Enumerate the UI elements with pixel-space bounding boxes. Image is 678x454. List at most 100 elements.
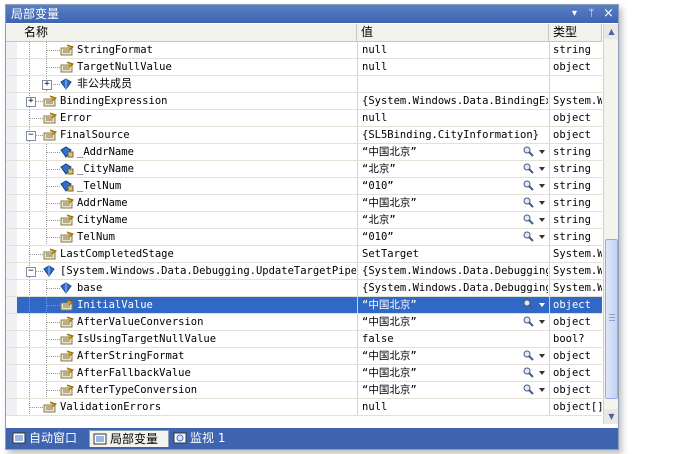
- type-cell: System.W: [549, 246, 602, 262]
- visualizer-dropdown-icon[interactable]: [539, 235, 545, 239]
- magnifier-icon[interactable]: [523, 367, 534, 378]
- table-row[interactable]: _TelNum “010” string: [6, 178, 602, 195]
- tab-autos[interactable]: 自动窗口: [9, 430, 87, 447]
- value-cell[interactable]: {SL5Binding.CityInformation}: [357, 127, 548, 143]
- value-cell[interactable]: “中国北京”: [357, 348, 548, 364]
- variable-name: IsUsingTargetNullValue: [77, 333, 217, 345]
- visualizer-dropdown-icon[interactable]: [539, 218, 545, 222]
- name-cell: AfterTypeConversion: [6, 382, 356, 398]
- magnifier-icon[interactable]: [523, 214, 534, 225]
- vertical-scrollbar[interactable]: ▲ ▼: [603, 24, 618, 424]
- tab-watch[interactable]: 监视 1: [170, 430, 240, 447]
- table-row[interactable]: StringFormat null string: [6, 42, 602, 59]
- table-row[interactable]: Error null object: [6, 110, 602, 127]
- value-cell[interactable]: “010”: [357, 178, 548, 194]
- close-icon[interactable]: ×: [602, 7, 615, 20]
- field-lock-icon: [60, 180, 74, 192]
- magnifier-icon[interactable]: [523, 180, 534, 191]
- variable-name: AfterValueConversion: [77, 316, 204, 328]
- table-row[interactable]: _CityName “北京” string: [6, 161, 602, 178]
- table-row[interactable]: AfterStringFormat “中国北京” object: [6, 348, 602, 365]
- magnifier-icon[interactable]: [523, 163, 534, 174]
- value-cell[interactable]: null: [357, 110, 548, 126]
- window-title: 局部变量: [11, 7, 60, 21]
- table-row[interactable]: AfterValueConversion “中国北京” object: [6, 314, 602, 331]
- column-header-value[interactable]: 值: [357, 24, 549, 41]
- tab-label: 局部变量: [110, 432, 159, 446]
- value-cell[interactable]: null: [357, 59, 548, 75]
- magnifier-icon[interactable]: [523, 384, 534, 395]
- property-icon: [60, 61, 74, 73]
- magnifier-icon[interactable]: [523, 350, 534, 361]
- column-header-type[interactable]: 类型: [549, 24, 602, 41]
- visualizer-dropdown-icon[interactable]: [539, 201, 545, 205]
- table-row[interactable]: TargetNullValue null object: [6, 59, 602, 76]
- value-cell[interactable]: “中国北京”: [357, 365, 548, 381]
- scroll-thumb[interactable]: [605, 239, 618, 399]
- value-cell[interactable]: {System.Windows.Data.BindingExp: [357, 93, 548, 109]
- value-cell[interactable]: “中国北京”: [357, 382, 548, 398]
- scroll-down-arrow[interactable]: ▼: [604, 409, 618, 424]
- value-cell[interactable]: “北京”: [357, 161, 548, 177]
- collapse-icon[interactable]: −: [26, 267, 36, 277]
- table-row[interactable]: LastCompletedStage SetTarget System.W: [6, 246, 602, 263]
- value-cell[interactable]: “中国北京”: [357, 195, 548, 211]
- table-row[interactable]: IsUsingTargetNullValue false bool?: [6, 331, 602, 348]
- visualizer-dropdown-icon[interactable]: [539, 388, 545, 392]
- dropdown-icon[interactable]: ▾: [568, 7, 581, 20]
- property-icon: [60, 350, 74, 362]
- value-cell[interactable]: false: [357, 331, 548, 347]
- value-cell[interactable]: “北京”: [357, 212, 548, 228]
- window-titlebar[interactable]: 局部变量 ▾ ᛘ ×: [6, 5, 618, 23]
- visualizer-dropdown-icon[interactable]: [539, 184, 545, 188]
- scroll-up-arrow[interactable]: ▲: [604, 24, 618, 39]
- type-cell: string: [549, 144, 602, 160]
- bottom-tab-bar: 自动窗口 局部变量 监视 1: [6, 428, 618, 449]
- pin-icon[interactable]: ᛘ: [585, 7, 598, 20]
- visualizer-dropdown-icon[interactable]: [539, 167, 545, 171]
- variable-value: {System.Windows.Data.BindingExp: [362, 95, 548, 107]
- expand-icon[interactable]: +: [42, 80, 52, 90]
- variable-value: “中国北京”: [362, 316, 417, 328]
- table-row[interactable]: AddrName “中国北京” string: [6, 195, 602, 212]
- table-row[interactable]: − FinalSource {SL5Binding.CityInformation}…: [6, 127, 602, 144]
- table-row[interactable]: TelNum “010” string: [6, 229, 602, 246]
- magnifier-icon[interactable]: [523, 146, 534, 157]
- magnifier-icon[interactable]: [523, 197, 534, 208]
- magnifier-icon[interactable]: [523, 299, 534, 310]
- table-row[interactable]: AfterTypeConversion “中国北京” object: [6, 382, 602, 399]
- value-cell[interactable]: “010”: [357, 229, 548, 245]
- visualizer-dropdown-icon[interactable]: [539, 150, 545, 154]
- table-row[interactable]: InitialValue “中国北京” object: [6, 297, 602, 314]
- type-cell: string: [549, 42, 602, 58]
- value-cell[interactable]: {System.Windows.Data.Debugging.: [357, 263, 548, 279]
- table-row[interactable]: + 非公共成员: [6, 76, 602, 93]
- value-cell[interactable]: null: [357, 399, 548, 415]
- table-row[interactable]: CityName “北京” string: [6, 212, 602, 229]
- property-icon: [60, 231, 74, 243]
- visualizer-dropdown-icon[interactable]: [539, 354, 545, 358]
- value-cell[interactable]: SetTarget: [357, 246, 548, 262]
- table-row[interactable]: AfterFallbackValue “中国北京” object: [6, 365, 602, 382]
- collapse-icon[interactable]: −: [26, 131, 36, 141]
- value-cell[interactable]: null: [357, 42, 548, 58]
- magnifier-icon[interactable]: [523, 231, 534, 242]
- expand-icon[interactable]: +: [26, 97, 36, 107]
- visualizer-dropdown-icon[interactable]: [539, 303, 545, 307]
- table-row[interactable]: − [System.Windows.Data.Debugging.UpdateTa…: [6, 263, 602, 280]
- table-row[interactable]: _AddrName “中国北京” string: [6, 144, 602, 161]
- table-row[interactable]: ValidationErrors null object[]: [6, 399, 602, 416]
- table-row[interactable]: base {System.Windows.Data.Debugging. Syste…: [6, 280, 602, 297]
- visualizer-dropdown-icon[interactable]: [539, 320, 545, 324]
- column-header-name[interactable]: 名称: [6, 24, 357, 41]
- tab-locals[interactable]: 局部变量: [89, 430, 169, 447]
- value-cell[interactable]: “中国北京”: [357, 144, 548, 160]
- value-cell[interactable]: “中国北京”: [357, 314, 548, 330]
- value-cell[interactable]: [357, 76, 548, 92]
- table-row[interactable]: + BindingExpression {System.Windows.Data.B…: [6, 93, 602, 110]
- value-cell[interactable]: “中国北京”: [357, 297, 548, 313]
- magnifier-icon[interactable]: [523, 316, 534, 327]
- value-cell[interactable]: {System.Windows.Data.Debugging.: [357, 280, 548, 296]
- visualizer-dropdown-icon[interactable]: [539, 371, 545, 375]
- variable-value: “中国北京”: [362, 197, 417, 209]
